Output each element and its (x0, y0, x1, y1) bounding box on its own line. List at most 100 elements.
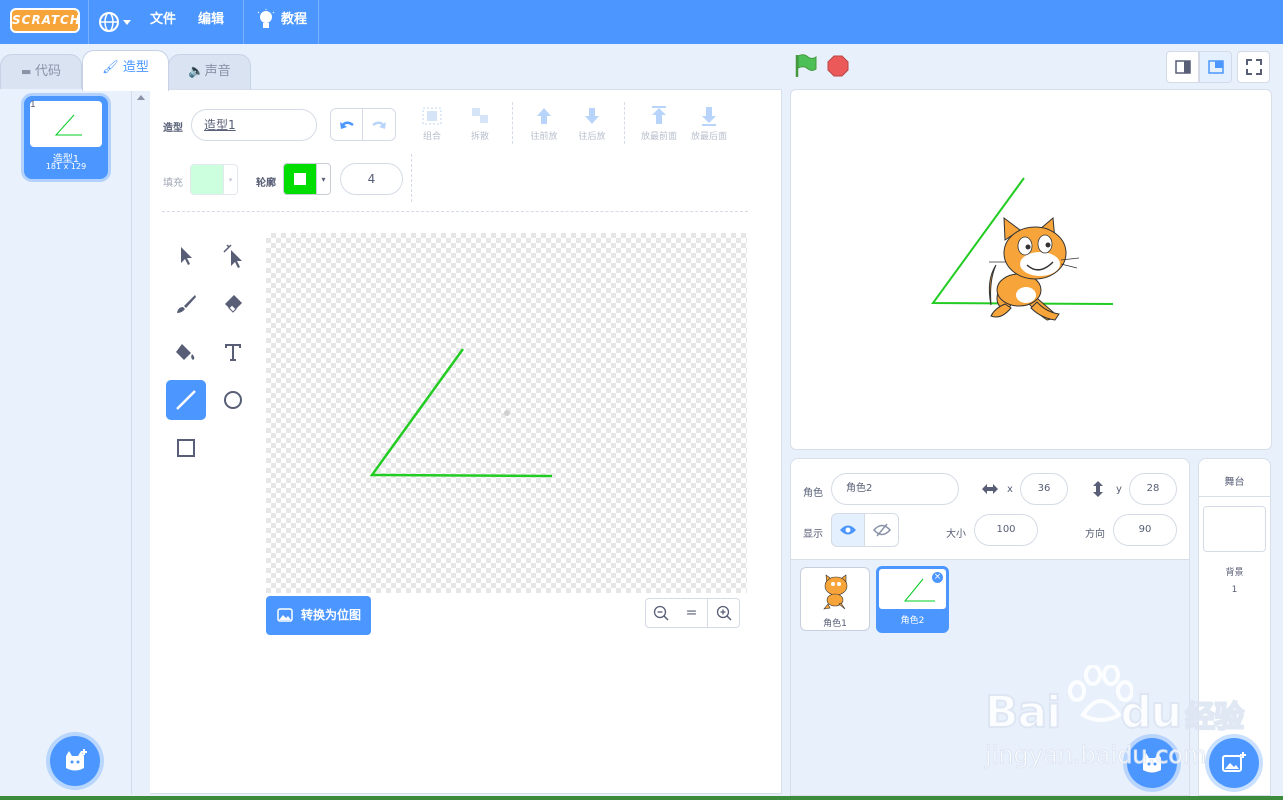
size-label: 大小 (946, 529, 966, 540)
code-icon: ▬ (21, 65, 35, 78)
sprite-name: 角色1 (823, 619, 847, 629)
sprite-card[interactable]: 角色1 (800, 567, 870, 631)
choose-costume-button[interactable] (50, 736, 100, 786)
tab-code-label: 代码 (34, 64, 61, 79)
zoom-in-icon (716, 605, 732, 621)
fill-tool[interactable] (166, 332, 206, 372)
scroll-up-arrow-icon (137, 95, 145, 100)
stop-button[interactable] (827, 55, 849, 77)
show-sprite-button[interactable] (831, 513, 865, 547)
scratch-logo[interactable]: SCRATCH (10, 8, 80, 33)
circle-tool[interactable] (213, 380, 253, 420)
large-stage-button[interactable] (1199, 51, 1232, 83)
lightbulb-icon (257, 9, 275, 28)
costume-list-scrollbar[interactable] (132, 89, 150, 794)
backward-button[interactable]: 往后放 (572, 106, 612, 142)
backdrops-count: 1 (1231, 585, 1238, 595)
costume-tile[interactable]: 1 造型1 181 x 129 (24, 96, 108, 179)
brush-icon: 🖌 (102, 60, 119, 75)
reshape-pointer-icon (223, 244, 242, 268)
small-stage-button[interactable] (1166, 51, 1199, 83)
x-input[interactable]: 36 (1020, 473, 1068, 505)
language-menu[interactable] (99, 10, 135, 32)
file-menu[interactable]: 文件 (150, 0, 176, 44)
fullscreen-icon (1245, 59, 1262, 75)
arrow-to-bottom-icon (702, 107, 716, 126)
select-tool[interactable] (166, 236, 206, 276)
stage-drawing (931, 177, 1114, 321)
outline-color-picker[interactable]: ▾ (283, 163, 331, 195)
back-label: 放最后面 (690, 132, 727, 142)
sprite-label: 角色 (803, 488, 823, 499)
tab-code[interactable]: ▬ 代码 (0, 54, 82, 90)
ungroup-button[interactable]: 拆散 (460, 106, 500, 142)
backdrops-label: 背景 (1225, 568, 1244, 578)
arrow-down-icon (585, 108, 599, 124)
zoom-out-button[interactable] (645, 598, 677, 628)
delete-sprite-button[interactable]: × (931, 571, 944, 584)
eraser-tool[interactable] (213, 284, 253, 324)
size-input[interactable]: 100 (974, 514, 1038, 546)
tutorials-label: 教程 (281, 12, 308, 27)
large-stage-icon (1207, 60, 1224, 74)
fill-color-picker[interactable]: ▾ (190, 164, 238, 195)
speaker-icon: 🔈 (188, 64, 205, 79)
text-t-icon (225, 344, 241, 361)
line-icon (176, 390, 196, 410)
text-tool[interactable] (213, 332, 253, 372)
forward-button[interactable]: 往前放 (524, 106, 564, 142)
front-button[interactable]: 放最前面 (638, 106, 680, 142)
y-input[interactable]: 28 (1129, 473, 1177, 505)
image-icon (277, 608, 293, 622)
zoom-in-button[interactable] (708, 598, 740, 628)
arrow-up-icon (537, 108, 551, 124)
tab-sounds[interactable]: 🔈声音 (168, 54, 251, 90)
stage-canvas[interactable] (790, 89, 1272, 450)
direction-input[interactable]: 90 (1113, 514, 1177, 546)
costume-name-label: 造型 (163, 123, 183, 134)
group-button[interactable]: 组合 (412, 106, 452, 142)
x-label: x (1007, 484, 1013, 495)
drawing-canvas[interactable] (266, 233, 747, 593)
convert-to-bitmap-button[interactable]: 转换为位图 (266, 596, 371, 635)
sprite-name-input[interactable]: 角色2 (831, 473, 959, 505)
redo-button[interactable] (363, 108, 396, 141)
stage-panel-divider (1199, 496, 1270, 497)
rectangle-tool[interactable] (166, 428, 206, 468)
group-label: 组合 (422, 132, 441, 142)
backward-label: 往后放 (578, 132, 606, 142)
hide-sprite-button[interactable] (865, 513, 899, 547)
cat-face-plus-icon (66, 749, 87, 771)
green-flag-button[interactable] (794, 53, 818, 79)
fullscreen-button[interactable] (1237, 51, 1270, 83)
vertical-arrows-icon (1093, 481, 1103, 497)
outline-label: 轮廓 (256, 178, 276, 189)
costume-list: 1 造型1 181 x 129 (0, 89, 132, 794)
line-tool[interactable] (166, 380, 206, 420)
undo-button[interactable] (330, 108, 363, 141)
ungroup-icon (472, 108, 488, 123)
eye-slash-icon (872, 523, 891, 537)
watermark-brand: Bai (984, 686, 1062, 739)
costume-size: 181 x 129 (45, 162, 87, 171)
back-button[interactable]: 放最后面 (688, 106, 730, 142)
costume-thumbnail (30, 101, 102, 147)
backdrop-thumbnail (1203, 506, 1266, 552)
costume-name-input[interactable]: 造型1 (191, 109, 317, 141)
sprite-card-selected[interactable]: 角色2 × (876, 566, 949, 633)
outline-width-input[interactable]: 4 (340, 163, 403, 195)
circle-icon (224, 391, 242, 409)
outline-swatch (284, 164, 316, 194)
chevron-down-icon: ▾ (223, 165, 237, 194)
tutorials-menu[interactable]: 教程 (257, 0, 307, 40)
watermark-brand-du: du (1119, 686, 1183, 739)
front-label: 放最前面 (640, 132, 677, 142)
brush-tool[interactable] (166, 284, 206, 324)
fill-label: 填充 (163, 178, 183, 189)
toolbar-divider (624, 102, 625, 144)
reshape-tool[interactable] (213, 236, 253, 276)
tab-costumes[interactable]: 🖌 造型 (82, 50, 169, 91)
zoom-reset-button[interactable]: = (676, 598, 708, 628)
drawn-line-shape (369, 348, 553, 478)
edit-menu[interactable]: 编辑 (198, 0, 224, 44)
